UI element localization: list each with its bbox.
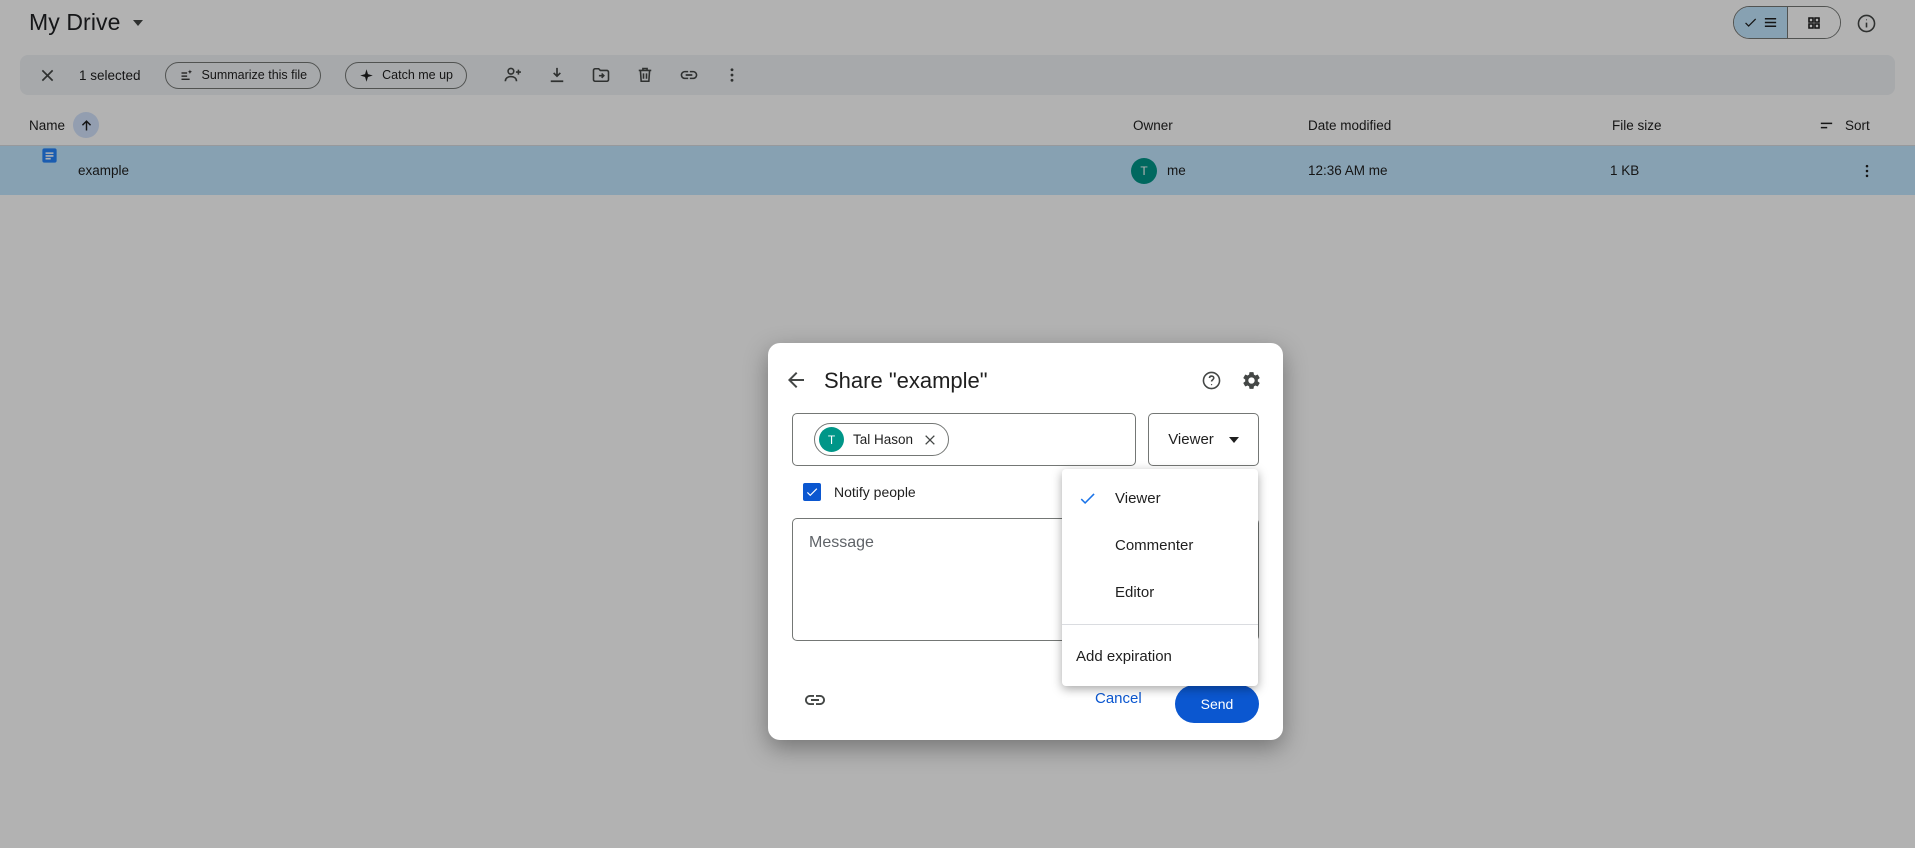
recipient-input[interactable]: T Tal Hason xyxy=(792,413,1136,466)
send-button[interactable]: Send xyxy=(1175,685,1259,723)
notify-checkbox[interactable] xyxy=(803,483,821,501)
google-drive-page: My Drive 1 selected Summarize this file … xyxy=(0,0,1915,848)
menu-item-viewer[interactable]: Viewer xyxy=(1062,475,1258,522)
chevron-down-icon xyxy=(1228,436,1239,443)
back-arrow-icon[interactable] xyxy=(784,368,808,392)
menu-item-add-expiration[interactable]: Add expiration xyxy=(1062,633,1258,680)
menu-item-label: Commenter xyxy=(1115,537,1194,554)
menu-divider xyxy=(1062,624,1258,625)
dialog-title: Share "example" xyxy=(824,368,988,393)
notify-people-row[interactable]: Notify people xyxy=(803,483,916,501)
role-menu: Viewer Commenter Editor Add expiration xyxy=(1062,469,1258,686)
menu-item-label: Add expiration xyxy=(1076,648,1172,665)
role-dropdown-button[interactable]: Viewer xyxy=(1148,413,1259,466)
cancel-button[interactable]: Cancel xyxy=(1095,690,1142,707)
copy-link-icon[interactable] xyxy=(803,688,827,712)
menu-item-label: Viewer xyxy=(1115,490,1161,507)
gear-icon[interactable] xyxy=(1241,370,1262,391)
recipient-avatar: T xyxy=(819,427,844,452)
recipient-chip: T Tal Hason xyxy=(814,423,950,456)
recipient-name: Tal Hason xyxy=(853,432,914,447)
help-icon[interactable] xyxy=(1201,370,1222,391)
remove-recipient-icon[interactable] xyxy=(922,432,938,448)
menu-item-editor[interactable]: Editor xyxy=(1062,569,1258,616)
notify-label: Notify people xyxy=(834,484,916,500)
menu-item-commenter[interactable]: Commenter xyxy=(1062,522,1258,569)
check-icon xyxy=(1078,489,1097,508)
check-icon xyxy=(805,485,819,499)
menu-item-label: Editor xyxy=(1115,584,1155,601)
role-dropdown-label: Viewer xyxy=(1168,431,1214,448)
